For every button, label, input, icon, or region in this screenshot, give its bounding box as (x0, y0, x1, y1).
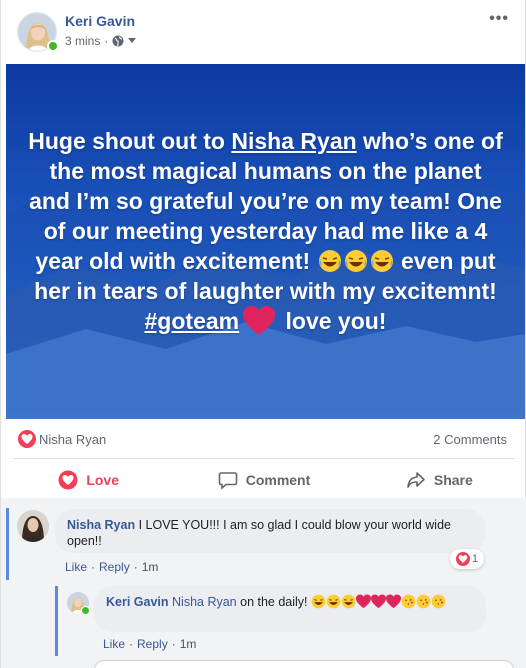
kissing-emoji-icon (431, 594, 446, 609)
comment-reaction-badge[interactable]: 1 (450, 549, 484, 569)
laughing-emoji-icon (326, 594, 341, 609)
kissing-emoji-icon (401, 594, 416, 609)
meta-separator: · (104, 34, 109, 48)
comment-time[interactable]: 1m (142, 560, 159, 574)
reply-input[interactable] (94, 660, 514, 668)
online-status-indicator (81, 606, 90, 615)
red-heart-icon (243, 306, 276, 335)
more-options-icon[interactable]: ••• (489, 10, 509, 28)
banner-text-part: Huge shout out to (28, 128, 232, 154)
reply-time[interactable]: 1m (180, 637, 197, 651)
red-heart-icon (356, 594, 371, 609)
globe-icon[interactable] (112, 35, 124, 47)
comment-meta: Like · Reply · 1m (65, 560, 158, 574)
love-button[interactable]: Love (1, 462, 176, 498)
love-reaction-icon[interactable] (18, 430, 36, 448)
post-card: Keri Gavin 3 mins · ••• Huge shout out t… (0, 0, 526, 668)
banner-hashtag[interactable]: #goteam (145, 308, 240, 334)
reply-text: on the daily! (236, 595, 311, 609)
meta-separator: · (171, 637, 176, 651)
laughing-emoji-icon (341, 594, 356, 609)
red-heart-icon (371, 594, 386, 609)
laughing-emoji-icon (370, 250, 393, 272)
comment-like-link[interactable]: Like (65, 560, 87, 574)
meta-separator: · (129, 637, 134, 651)
laughing-emoji-icon (311, 594, 326, 609)
comment-button[interactable]: Comment (176, 462, 351, 498)
reply-bubble: Keri Gavin Nisha Ryan on the daily! (94, 586, 486, 632)
banner-mention[interactable]: Nisha Ryan (231, 128, 356, 154)
post-header: Keri Gavin 3 mins · ••• (1, 0, 526, 62)
privacy-dropdown-icon[interactable] (128, 38, 137, 44)
meta-separator: · (133, 560, 138, 574)
meta-separator: · (91, 560, 96, 574)
love-button-label: Love (86, 472, 119, 488)
post-time[interactable]: 3 mins (65, 34, 100, 48)
red-heart-icon (386, 594, 401, 609)
post-actions: Love Comment Share (1, 462, 526, 498)
love-reaction-icon (455, 552, 470, 566)
banner-text-part: love you! (279, 308, 387, 334)
kissing-emoji-icon (416, 594, 431, 609)
divider (13, 458, 515, 459)
comments-count[interactable]: 2 Comments (433, 432, 507, 447)
reaction-count: 1 (471, 553, 479, 565)
comment-author[interactable]: Nisha Ryan (67, 518, 135, 532)
comment-icon (218, 472, 238, 490)
share-icon (407, 472, 425, 488)
reactions-summary: Nisha Ryan 2 Comments (1, 426, 526, 454)
share-button[interactable]: Share (352, 462, 526, 498)
commenter-avatar[interactable] (17, 510, 49, 542)
comment-bubble: Nisha Ryan I LOVE YOU!!! I am so glad I … (55, 509, 485, 553)
reply-mention[interactable]: Nisha Ryan (172, 595, 237, 609)
share-button-label: Share (433, 472, 473, 488)
reply-reply-link[interactable]: Reply (137, 637, 168, 651)
thread-indicator (6, 508, 9, 580)
author-name[interactable]: Keri Gavin (65, 13, 135, 29)
reply-thread-indicator (55, 586, 58, 656)
reply-meta: Like · Reply · 1m (103, 637, 196, 651)
online-status-indicator (47, 40, 59, 52)
post-banner-image[interactable]: Huge shout out to Nisha Ryan who’s one o… (6, 64, 525, 419)
laughing-emoji-icon (318, 250, 341, 272)
laughing-emoji-icon (344, 250, 367, 272)
reply-like-link[interactable]: Like (103, 637, 125, 651)
banner-text: Huge shout out to Nisha Ryan who’s one o… (26, 126, 505, 336)
heart-icon (58, 470, 78, 490)
reply-author[interactable]: Keri Gavin (106, 595, 169, 609)
post-meta: 3 mins · (65, 34, 137, 48)
comment-reply-link[interactable]: Reply (99, 560, 130, 574)
reactor-name[interactable]: Nisha Ryan (39, 432, 106, 447)
comment-button-label: Comment (245, 472, 311, 488)
